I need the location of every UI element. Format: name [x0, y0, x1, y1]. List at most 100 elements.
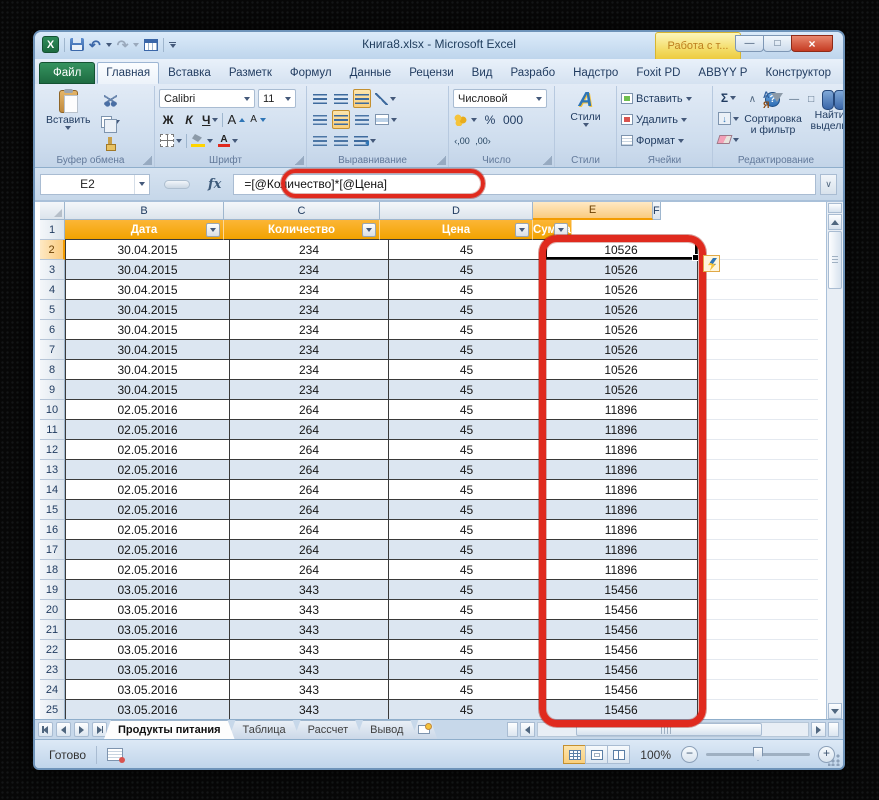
- scroll-up-button[interactable]: [828, 214, 842, 230]
- cell-price[interactable]: 45: [389, 360, 545, 380]
- cell-sum[interactable]: 15456: [545, 620, 698, 640]
- cell-price[interactable]: 45: [389, 300, 545, 320]
- cell-quantity[interactable]: 264: [230, 420, 389, 440]
- vscroll-thumb[interactable]: [828, 231, 842, 289]
- zoom-slider[interactable]: [706, 753, 810, 756]
- column-header[interactable]: E: [533, 202, 653, 220]
- row-header[interactable]: 14: [40, 480, 65, 500]
- sheet-nav-last-button[interactable]: [92, 722, 107, 737]
- cell-sum[interactable]: 10526: [545, 280, 698, 300]
- cell-quantity[interactable]: 234: [230, 300, 389, 320]
- maximize-button[interactable]: □: [763, 35, 792, 52]
- cell-sum[interactable]: 15456: [545, 580, 698, 600]
- cell-quantity[interactable]: 234: [230, 320, 389, 340]
- column-header[interactable]: C: [224, 202, 380, 220]
- row-header[interactable]: 9: [40, 380, 65, 400]
- column-header[interactable]: F: [653, 202, 661, 220]
- cell-empty[interactable]: [698, 480, 818, 500]
- scroll-left-button[interactable]: [520, 722, 535, 737]
- paste-dropdown-icon[interactable]: [65, 126, 71, 130]
- row-header[interactable]: 10: [40, 400, 65, 420]
- view-normal-button[interactable]: [563, 745, 586, 764]
- comma-style-button[interactable]: 000: [502, 110, 524, 129]
- cell-price[interactable]: 45: [389, 680, 545, 700]
- cell-date[interactable]: 02.05.2016: [65, 520, 230, 540]
- cell-price[interactable]: 45: [389, 240, 545, 260]
- cell-date[interactable]: 30.04.2015: [65, 280, 230, 300]
- column-header[interactable]: D: [380, 202, 533, 220]
- merge-center-button[interactable]: [374, 110, 398, 129]
- grow-font-button[interactable]: А: [226, 110, 246, 129]
- row-header[interactable]: 13: [40, 460, 65, 480]
- sheet-tab[interactable]: Таблица: [229, 720, 300, 739]
- ribbon-tab[interactable]: Данные: [341, 62, 401, 84]
- cell-empty[interactable]: [698, 680, 818, 700]
- cell-quantity[interactable]: 264: [230, 540, 389, 560]
- cell-empty[interactable]: [698, 700, 818, 720]
- cell-price[interactable]: 45: [389, 640, 545, 660]
- cell-price[interactable]: 45: [389, 520, 545, 540]
- decrease-indent-button[interactable]: [311, 131, 329, 150]
- ribbon-tab[interactable]: Файл: [39, 62, 95, 84]
- expand-formula-bar-icon[interactable]: ∨: [820, 174, 837, 195]
- cell-date[interactable]: 02.05.2016: [65, 500, 230, 520]
- sort-filter-button[interactable]: АЯ Сортировка и фильтр: [742, 88, 804, 149]
- cell-date[interactable]: 03.05.2016: [65, 620, 230, 640]
- cell-quantity[interactable]: 234: [230, 340, 389, 360]
- cell-date[interactable]: 03.05.2016: [65, 660, 230, 680]
- scroll-right-button[interactable]: [811, 722, 826, 737]
- row-header[interactable]: 25: [40, 700, 65, 720]
- row-header[interactable]: 21: [40, 620, 65, 640]
- fill-color-button[interactable]: [190, 131, 214, 150]
- row-header[interactable]: 2: [40, 240, 65, 260]
- zoom-level[interactable]: 100%: [640, 748, 671, 762]
- cell-quantity[interactable]: 234: [230, 380, 389, 400]
- vertical-scrollbar[interactable]: [826, 202, 843, 719]
- table-header-cell[interactable]: Количество: [224, 220, 380, 240]
- cell-empty[interactable]: [698, 640, 818, 660]
- cell-price[interactable]: 45: [389, 400, 545, 420]
- cell-quantity[interactable]: 343: [230, 620, 389, 640]
- cell-sum[interactable]: 11896: [545, 440, 698, 460]
- cell-quantity[interactable]: 343: [230, 600, 389, 620]
- cell-empty[interactable]: [698, 540, 818, 560]
- format-cells-button[interactable]: Формат: [621, 130, 708, 151]
- cell-sum[interactable]: 11896: [545, 520, 698, 540]
- accounting-format-button[interactable]: [453, 110, 478, 129]
- cell-price[interactable]: 45: [389, 540, 545, 560]
- italic-button[interactable]: К: [180, 110, 198, 129]
- dialog-launcher-icon[interactable]: [295, 156, 304, 165]
- orientation-button[interactable]: [374, 89, 397, 108]
- cell-price[interactable]: 45: [389, 380, 545, 400]
- cell-price[interactable]: 45: [389, 320, 545, 340]
- cell-sum[interactable]: 11896: [545, 480, 698, 500]
- vscroll-track[interactable]: [827, 290, 843, 703]
- ribbon-tab[interactable]: Вид: [463, 62, 502, 84]
- cell-empty[interactable]: [698, 580, 818, 600]
- filter-button[interactable]: [515, 223, 529, 237]
- delete-cells-button[interactable]: Удалить: [621, 109, 708, 130]
- filter-button[interactable]: [362, 223, 376, 237]
- filter-button[interactable]: [554, 223, 568, 237]
- cell-styles-button[interactable]: А Стили: [565, 88, 605, 129]
- cell-price[interactable]: 45: [389, 580, 545, 600]
- cell-empty[interactable]: [698, 400, 818, 420]
- dialog-launcher-icon[interactable]: [437, 156, 446, 165]
- decrease-decimal-button[interactable]: ,00›: [474, 131, 492, 150]
- ribbon-tab[interactable]: Рецензи: [400, 62, 462, 84]
- row-header[interactable]: 16: [40, 520, 65, 540]
- row-header[interactable]: 23: [40, 660, 65, 680]
- cell-quantity[interactable]: 343: [230, 640, 389, 660]
- align-left-button[interactable]: [311, 110, 329, 129]
- cell-date[interactable]: 02.05.2016: [65, 540, 230, 560]
- dialog-launcher-icon[interactable]: [143, 156, 152, 165]
- underline-button[interactable]: Ч: [201, 110, 219, 129]
- row-header[interactable]: 19: [40, 580, 65, 600]
- filter-button[interactable]: [206, 223, 220, 237]
- cell-quantity[interactable]: 264: [230, 480, 389, 500]
- ribbon-tab[interactable]: Формул: [281, 62, 341, 84]
- font-color-button[interactable]: А: [217, 131, 239, 150]
- cell-empty[interactable]: [698, 500, 818, 520]
- hscroll-track[interactable]: [537, 722, 809, 737]
- cell-price[interactable]: 45: [389, 460, 545, 480]
